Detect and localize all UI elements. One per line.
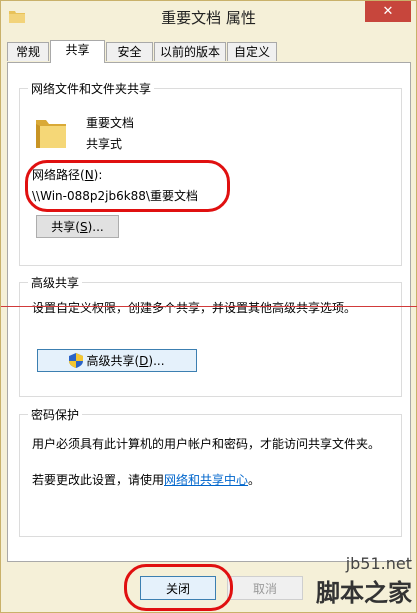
watermark-site: jb51.net — [345, 554, 412, 573]
tab-sharing[interactable]: 共享 — [50, 40, 105, 63]
close-button[interactable]: 关闭 — [140, 576, 216, 600]
site-watermark: jb51.net 脚本之家 — [316, 554, 412, 608]
advanced-sharing-group: 高级共享 设置自定义权限，创建多个共享，并设置其他高级共享选项。 高级共享(D)… — [19, 274, 402, 397]
shared-folder-icon — [36, 120, 66, 148]
tab-general[interactable]: 常规 — [7, 42, 49, 61]
annotation-line — [1, 306, 417, 307]
password-protection-group: 密码保护 用户必须具有此计算机的用户帐户和密码，才能访问共享文件夹。 若要更改此… — [19, 406, 402, 537]
sharing-panel: 网络文件和文件夹共享 重要文档 共享式 网络路径(N): \\Win-088p2… — [7, 62, 411, 562]
password-protection-description: 用户必须具有此计算机的用户帐户和密码，才能访问共享文件夹。 — [32, 437, 381, 451]
window-title: 重要文档 属性 — [161, 9, 256, 27]
watermark-brand: 脚本之家 — [316, 579, 412, 607]
cancel-button: 取消 — [227, 576, 303, 600]
advanced-sharing-button[interactable]: 高级共享(D)... — [37, 349, 197, 372]
change-setting-text: 若要更改此设置，请使用网络和共享中心。 — [32, 473, 261, 487]
network-path-label: 网络路径(N): — [32, 168, 103, 182]
properties-dialog: 重要文档 属性 ✕ 常规 共享 安全 以前的版本 自定义 网络文件和文件夹共享 … — [0, 0, 417, 613]
group-title: 密码保护 — [28, 406, 83, 423]
group-title: 网络文件和文件夹共享 — [28, 80, 155, 97]
share-button[interactable]: 共享(S)... — [36, 215, 119, 238]
advanced-sharing-description: 设置自定义权限，创建多个共享，并设置其他高级共享选项。 — [32, 301, 357, 315]
network-sharing-center-link[interactable]: 网络和共享中心 — [164, 473, 248, 487]
group-title: 高级共享 — [28, 274, 83, 291]
share-status: 共享式 — [86, 137, 123, 151]
close-icon: ✕ — [382, 4, 394, 19]
title-bar: 重要文档 属性 ✕ — [1, 1, 416, 33]
uac-shield-icon — [69, 353, 84, 368]
tab-customize[interactable]: 自定义 — [227, 42, 277, 61]
folder-name: 重要文档 — [86, 116, 135, 130]
close-window-button[interactable]: ✕ — [365, 1, 411, 22]
network-path-value: \\Win-088p2jb6k88\重要文档 — [32, 189, 198, 203]
tab-previous-versions[interactable]: 以前的版本 — [154, 42, 226, 61]
network-sharing-group: 网络文件和文件夹共享 重要文档 共享式 网络路径(N): \\Win-088p2… — [19, 80, 402, 266]
tab-security[interactable]: 安全 — [106, 42, 153, 61]
